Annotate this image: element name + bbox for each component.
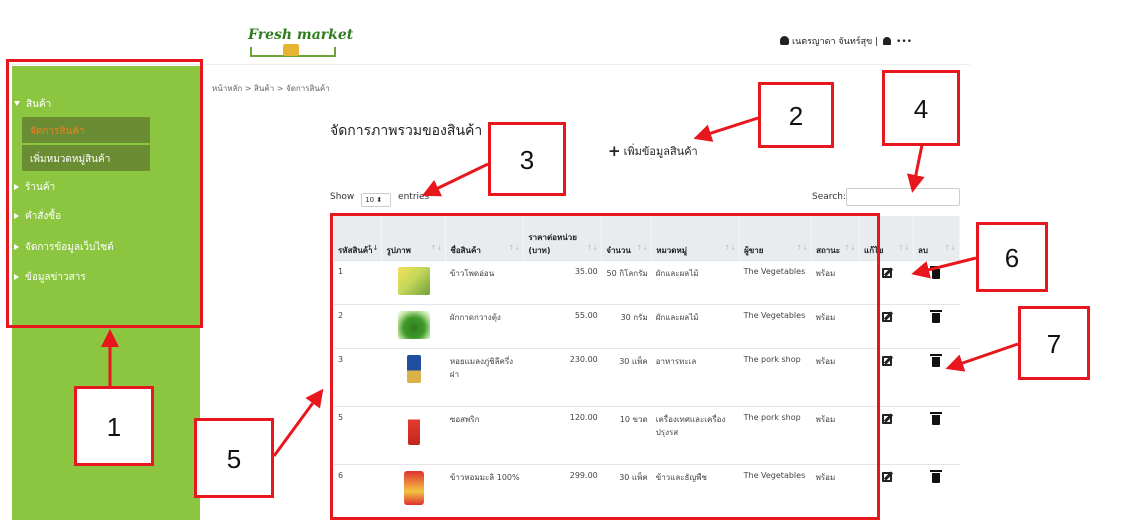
callout-7: 7 [1018,306,1090,380]
callout-3: 3 [488,122,566,196]
arrow-6 [911,256,977,279]
arrow-7 [945,342,1019,372]
arrow-3 [421,162,489,197]
callout-1: 1 [74,386,154,466]
callout-6: 6 [976,222,1048,292]
screen: Fresh market เนตรญาดา จันทร์สุข | ••• สิน… [0,0,1122,522]
arrow-2 [693,116,759,142]
arrow-4 [906,144,925,193]
callout-4: 4 [882,70,960,146]
callout-2: 2 [758,82,834,148]
arrow-5 [272,388,324,457]
callout-5: 5 [194,418,274,498]
